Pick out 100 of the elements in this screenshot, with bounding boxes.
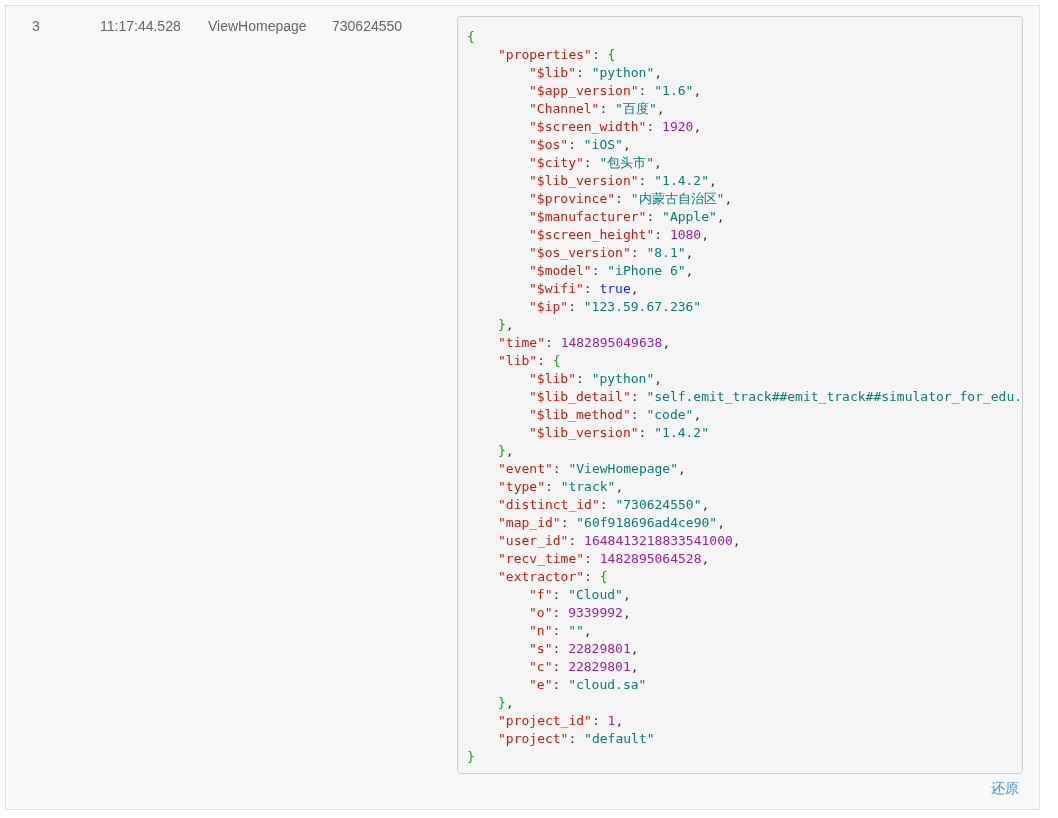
- json-punctuation: ,: [630, 659, 639, 674]
- json-key: "properties": [498, 47, 592, 62]
- json-punctuation: ,: [630, 281, 639, 296]
- json-punctuation: ,: [654, 155, 662, 170]
- json-brace: }: [498, 443, 506, 458]
- json-key: "distinct_id": [498, 497, 600, 512]
- json-punctuation: ,: [505, 317, 514, 332]
- json-punctuation: :: [544, 479, 554, 494]
- json-key: "$manufacturer": [529, 209, 647, 224]
- json-string: "self.emit_track##emit_track##simulator_for_edu.: [646, 389, 1022, 404]
- json-key: "event": [498, 461, 553, 476]
- json-punctuation: ,: [662, 335, 671, 350]
- json-key: "$lib_method": [529, 407, 631, 422]
- json-string: "123.59.67.236": [583, 299, 702, 314]
- json-punctuation: :: [568, 731, 578, 746]
- json-number: 9339992: [568, 605, 623, 620]
- json-boolean: true: [599, 281, 631, 296]
- json-punctuation: ,: [693, 407, 702, 422]
- json-punctuation: ,: [505, 695, 514, 710]
- json-punctuation: :: [583, 281, 593, 296]
- json-punctuation: :: [575, 65, 585, 80]
- json-punctuation: ,: [724, 191, 733, 206]
- json-punctuation: :: [591, 263, 601, 278]
- json-key: "$lib_version": [529, 173, 639, 188]
- json-key: "Channel": [529, 101, 600, 116]
- json-string: "": [568, 623, 584, 638]
- table-cell-text: 730624550: [332, 17, 404, 35]
- json-punctuation: ,: [685, 263, 694, 278]
- json-punctuation: :: [584, 551, 593, 566]
- json-key: "$os": [529, 137, 569, 152]
- json-string: "ViewHomepage": [568, 461, 679, 476]
- json-punctuation: ,: [583, 623, 592, 638]
- json-string: "包头市": [599, 155, 655, 170]
- json-number: 22829801: [568, 641, 631, 656]
- json-string: "730624550": [615, 497, 702, 512]
- json-key: "$lib": [529, 65, 576, 80]
- json-number: 1482895064528: [599, 551, 702, 566]
- json-key: "extractor": [498, 569, 585, 584]
- json-punctuation: ,: [685, 245, 694, 260]
- json-punctuation: :: [560, 515, 570, 530]
- json-brace: {: [467, 29, 475, 44]
- json-punctuation: :: [568, 137, 577, 152]
- json-punctuation: ,: [615, 713, 624, 728]
- json-number: 1482895049638: [560, 335, 663, 350]
- json-punctuation: :: [552, 677, 562, 692]
- json-key: "user_id": [498, 533, 569, 548]
- json-punctuation: ,: [654, 371, 663, 386]
- json-key: "n": [529, 623, 553, 638]
- json-punctuation: :: [654, 227, 664, 242]
- json-number: 1: [607, 713, 616, 728]
- json-punctuation: ,: [622, 137, 631, 152]
- json-brace: {: [607, 47, 616, 62]
- restore-link[interactable]: 还原: [991, 780, 1019, 798]
- json-punctuation: ,: [678, 461, 686, 476]
- json-punctuation: :: [615, 191, 624, 206]
- json-punctuation: :: [537, 353, 546, 368]
- json-punctuation: :: [575, 371, 585, 386]
- json-string: "60f918696ad4ce90": [576, 515, 718, 530]
- json-key: "$lib": [529, 371, 576, 386]
- json-string: "Cloud": [568, 587, 623, 602]
- json-string: "8.1": [646, 245, 686, 260]
- json-key: "$province": [529, 191, 616, 206]
- json-string: "1.4.2": [654, 173, 710, 188]
- json-punctuation: ,: [615, 479, 624, 494]
- json-brace: {: [599, 569, 608, 584]
- json-number: 1920: [662, 119, 694, 134]
- json-punctuation: :: [638, 83, 648, 98]
- json-key: "$screen_width": [529, 119, 647, 134]
- json-string: "百度": [615, 101, 657, 116]
- table-cell-text: ViewHomepage: [208, 17, 308, 35]
- json-punctuation: :: [552, 461, 562, 476]
- json-punctuation: :: [552, 641, 562, 656]
- json-punctuation: :: [638, 425, 648, 440]
- json-key: "$screen_height": [529, 227, 655, 242]
- json-punctuation: :: [630, 245, 640, 260]
- json-punctuation: :: [599, 497, 609, 512]
- json-string: "python": [591, 65, 655, 80]
- json-key: "s": [529, 641, 553, 656]
- json-punctuation: ,: [693, 83, 702, 98]
- json-key: "c": [529, 659, 553, 674]
- json-brace: }: [467, 749, 475, 764]
- json-punctuation: :: [630, 407, 640, 422]
- json-punctuation: :: [646, 119, 656, 134]
- json-key: "o": [529, 605, 553, 620]
- json-number: 1080: [669, 227, 702, 242]
- json-punctuation: :: [630, 389, 640, 404]
- json-punctuation: ,: [622, 605, 631, 620]
- json-key: "$model": [529, 263, 592, 278]
- json-punctuation: ,: [654, 65, 663, 80]
- json-number: 1648413218833541000: [584, 533, 733, 548]
- json-punctuation: ,: [622, 587, 631, 602]
- json-punctuation: :: [638, 173, 648, 188]
- json-string: "iPhone 6": [607, 263, 686, 278]
- json-punctuation: ,: [693, 119, 702, 134]
- json-punctuation: ,: [656, 101, 665, 116]
- json-key: "project_id": [498, 713, 592, 728]
- json-key: "recv_time": [498, 551, 585, 566]
- json-key: "lib": [498, 353, 538, 368]
- json-punctuation: ,: [701, 227, 710, 242]
- json-punctuation: ,: [630, 641, 639, 656]
